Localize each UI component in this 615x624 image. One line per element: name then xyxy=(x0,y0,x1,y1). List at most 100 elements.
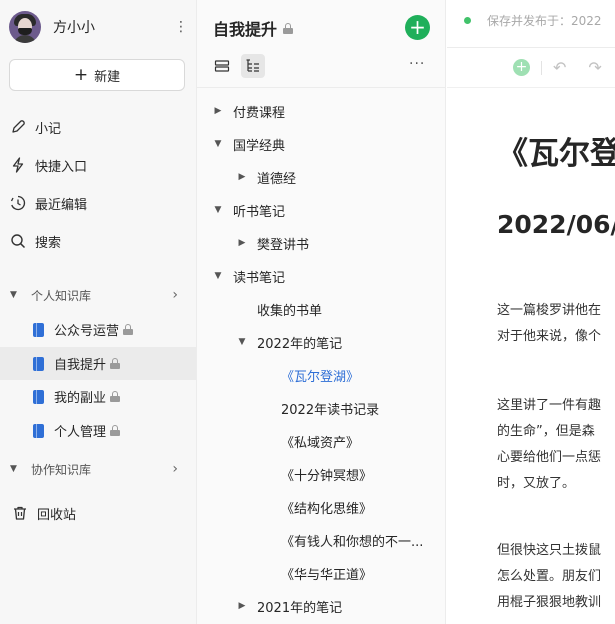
nav-item-label: 小记 xyxy=(35,121,62,137)
text-line: 但很快这只土拨鼠 xyxy=(497,543,602,558)
kb-item-label: 个人管理 xyxy=(54,425,107,440)
trash-icon xyxy=(14,506,26,520)
chevron-right-icon[interactable]: › xyxy=(172,461,178,477)
tree-node[interactable]: ▼ 读书笔记 xyxy=(197,263,446,289)
tree-node[interactable]: 《华与华正道》 xyxy=(197,560,446,586)
avatar[interactable] xyxy=(9,11,41,43)
tree-node[interactable]: ▶ 樊登讲书 xyxy=(197,230,446,256)
editor-toolbar: + ↶ ↷ xyxy=(513,58,602,77)
nav-item-notes[interactable]: 小记 xyxy=(10,115,61,139)
book-icon xyxy=(33,322,44,337)
user-name: 方小小 xyxy=(53,20,95,36)
user-profile[interactable]: 方小小 ⋮ xyxy=(9,10,189,44)
paragraph[interactable]: 这一篇梭罗讲他在 对于他来说，像个 xyxy=(497,298,615,350)
kb-item-personal-management[interactable]: 个人管理 xyxy=(0,414,196,447)
kb-item-official-account[interactable]: 公众号运营 xyxy=(0,313,196,346)
pen-icon xyxy=(12,120,25,133)
tree-node[interactable]: ▼ 国学经典 xyxy=(197,131,446,157)
save-status: 保存并发布于：2022 xyxy=(464,12,602,29)
tree-view-icon xyxy=(246,59,259,72)
nav-item-shortcuts[interactable]: 快捷入口 xyxy=(10,153,87,177)
tree-node[interactable]: ▶ 付费课程 xyxy=(197,98,446,124)
text-line: 这里讲了一件有趣 xyxy=(497,398,602,413)
insert-icon[interactable]: + xyxy=(513,59,530,76)
doc-heading[interactable]: 2022/06/ xyxy=(497,210,615,239)
personal-kb-section[interactable]: ▼ 个人知识库 › xyxy=(10,285,186,305)
more-horizontal-icon[interactable]: ··· xyxy=(409,56,425,72)
caret-right-icon[interactable]: ▶ xyxy=(235,238,249,248)
nav-item-label: 最近编辑 xyxy=(35,197,88,213)
tree-node[interactable]: 《结构化思维》 xyxy=(197,494,446,520)
tree-node-label: 2021年的笔记 xyxy=(257,600,343,616)
tree-node[interactable]: ▶ 2021年的笔记 xyxy=(197,593,446,619)
kb-title: 自我提升 xyxy=(213,16,294,40)
tree-node-label: 《有钱人和你想的不一... xyxy=(281,534,424,550)
tree-node[interactable]: 《瓦尔登湖》 xyxy=(197,362,446,388)
nav-item-recent[interactable]: 最近编辑 xyxy=(10,191,87,215)
tree-view-button[interactable] xyxy=(241,54,265,78)
section-label: 协作知识库 xyxy=(31,462,92,477)
chevron-right-icon[interactable]: › xyxy=(172,287,178,303)
redo-icon[interactable]: ↷ xyxy=(588,58,601,77)
kb-item-self-improvement[interactable]: 自我提升 xyxy=(0,347,196,380)
text-line: 的生命”，但是森 xyxy=(497,424,595,439)
toolbar-separator xyxy=(541,60,542,75)
list-view-button[interactable] xyxy=(210,54,234,78)
text-line: 怎么处置。朋友们 xyxy=(497,569,602,584)
new-button-label: 新建 xyxy=(94,69,121,85)
tree-node[interactable]: 收集的书单 xyxy=(197,296,446,322)
tree-node-label: 《结构化思维》 xyxy=(281,501,373,517)
nav-item-label: 快捷入口 xyxy=(35,159,88,175)
kb-title-text: 自我提升 xyxy=(213,20,278,39)
paragraph[interactable]: 这里讲了一件有趣 的生命”，但是森 心要给他们一点惩 时，又放了。 xyxy=(497,393,615,497)
tree-node-label: 《私域资产》 xyxy=(281,435,360,451)
save-status-text: 保存并发布于：2022 xyxy=(487,14,602,28)
text-line: 用棍子狠狠地教训 xyxy=(497,595,602,610)
tree-node[interactable]: ▼ 2022年的笔记 xyxy=(197,329,446,355)
tree-node[interactable]: 《有钱人和你想的不一... xyxy=(197,527,446,553)
caret-right-icon[interactable]: ▶ xyxy=(211,106,225,116)
add-doc-button[interactable]: + xyxy=(405,15,430,40)
lock-icon xyxy=(110,391,121,402)
app-window: 方小小 ⋮ + 新建 小记 快捷入口 最近编辑 搜索 ▼ 个人知识库 › 公众号… xyxy=(0,0,615,624)
caret-down-icon[interactable]: ▼ xyxy=(211,205,225,215)
caret-down-icon[interactable]: ▼ xyxy=(211,271,225,281)
undo-icon[interactable]: ↶ xyxy=(553,58,566,77)
tree-node[interactable]: 2022年读书记录 xyxy=(197,395,446,421)
text-line: 这一篇梭罗讲他在 xyxy=(497,303,602,318)
kb-item-label: 公众号运营 xyxy=(54,324,120,339)
lock-icon xyxy=(123,324,134,335)
caret-down-icon[interactable]: ▼ xyxy=(235,337,249,347)
book-icon xyxy=(33,423,44,438)
tree-node[interactable]: ▼ 听书笔记 xyxy=(197,197,446,223)
caret-down-icon[interactable]: ▼ xyxy=(211,139,225,149)
section-label: 个人知识库 xyxy=(31,288,92,303)
paragraph[interactable]: 但很快这只土拨鼠 怎么处置。朋友们 用棍子狠狠地教训 xyxy=(497,538,615,616)
nav-item-search[interactable]: 搜索 xyxy=(10,229,61,253)
trash-label: 回收站 xyxy=(37,507,77,523)
plus-icon: + xyxy=(73,64,89,85)
tree-node-label: 《十分钟冥想》 xyxy=(281,468,373,484)
caret-down-icon: ▼ xyxy=(10,290,17,300)
tree-node[interactable]: 《十分钟冥想》 xyxy=(197,461,446,487)
text-line: 时，又放了。 xyxy=(497,476,576,491)
trash-item[interactable]: 回收站 xyxy=(12,501,76,525)
more-vertical-icon[interactable]: ⋮ xyxy=(173,19,189,35)
doc-title[interactable]: 《瓦尔登 xyxy=(497,128,615,173)
editor-pane: 保存并发布于：2022 + ↶ ↷ 《瓦尔登 2022/06/ 这一篇梭罗讲他在… xyxy=(447,0,615,624)
caret-right-icon[interactable]: ▶ xyxy=(235,601,249,611)
tree-node-label: 读书笔记 xyxy=(233,270,286,286)
kb-item-side-business[interactable]: 我的副业 xyxy=(0,380,196,413)
tree-node[interactable]: 《私域资产》 xyxy=(197,428,446,454)
search-icon xyxy=(11,234,26,249)
tree-node-label: 收集的书单 xyxy=(257,303,323,319)
tree-node-label: 《华与华正道》 xyxy=(281,567,373,583)
tree-node[interactable]: ▶ 道德经 xyxy=(197,164,446,190)
divider xyxy=(197,87,446,88)
new-button[interactable]: + 新建 xyxy=(9,59,185,91)
nav-item-label: 搜索 xyxy=(35,235,62,251)
collab-kb-section[interactable]: ▼ 协作知识库 › xyxy=(10,459,186,479)
caret-right-icon[interactable]: ▶ xyxy=(235,172,249,182)
lock-icon xyxy=(110,358,121,369)
list-view-icon xyxy=(214,60,230,72)
